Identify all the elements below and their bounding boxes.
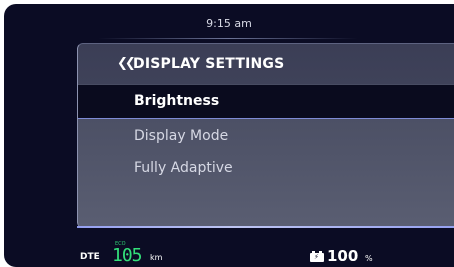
display-screen: 9:15 am ❮❮ DISPLAY SETTINGS Brightness D… [4, 4, 454, 267]
dte-label: DTE [80, 252, 100, 262]
settings-panel: ❮❮ DISPLAY SETTINGS Brightness Display M… [77, 43, 454, 228]
range-value: 105 [112, 245, 142, 266]
battery-value: 100 [327, 247, 359, 265]
device-bezel: 9:15 am ❮❮ DISPLAY SETTINGS Brightness D… [0, 0, 454, 267]
bolt-icon: ⚡ [314, 253, 319, 261]
page-title: DISPLAY SETTINGS [133, 56, 285, 72]
range-unit: km [150, 253, 163, 262]
double-chevron-left-icon[interactable]: ❮❮ [117, 56, 136, 71]
battery-charging-icon: ⚡ [310, 251, 324, 262]
clock-label: 9:15 am [206, 17, 252, 30]
status-bar: DTE ECO 105 km ⚡ 100 % [4, 240, 454, 267]
menu-item-brightness[interactable]: Brightness [78, 85, 454, 119]
menu-item-fully-adaptive[interactable]: Fully Adaptive [134, 160, 233, 176]
panel-header[interactable]: ❮❮ DISPLAY SETTINGS [78, 44, 454, 84]
menu-item-display-mode[interactable]: Display Mode [134, 128, 228, 144]
panel-bottom-accent [77, 226, 454, 228]
menu-item-label: Brightness [134, 93, 220, 109]
clock-divider [98, 38, 358, 39]
battery-unit: % [365, 254, 373, 263]
